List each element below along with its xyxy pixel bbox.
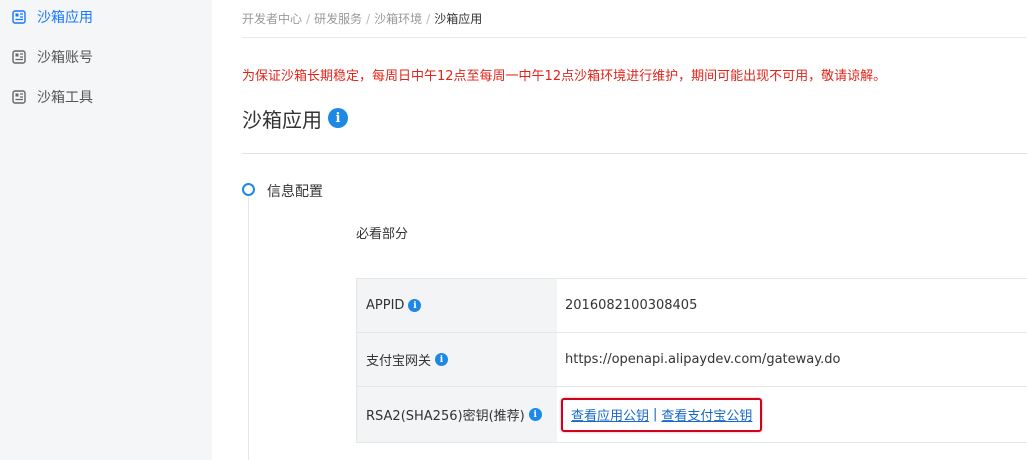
section-title: 必看部分 (356, 227, 409, 242)
step-connector-line (248, 197, 249, 460)
divider (242, 153, 1027, 154)
divider (242, 37, 1027, 38)
app-grid-icon (12, 50, 26, 64)
config-key: RSA2(SHA256)密钥(推荐) i (356, 387, 557, 442)
breadcrumb-link[interactable]: 沙箱环境 (374, 12, 422, 26)
maintenance-notice: 为保证沙箱长期稳定，每周日中午12点至每周一中午12点沙箱环境进行维护，期间可能… (242, 69, 887, 84)
step-circle-icon (242, 183, 255, 196)
info-circle-icon[interactable]: i (435, 353, 449, 366)
config-key: APPID i (356, 279, 557, 332)
app-grid-icon (12, 10, 26, 24)
breadcrumb-separator: / (426, 12, 431, 26)
gateway-value: https://openapi.alipaydev.com/gateway.do (565, 352, 841, 367)
sidebar: 沙箱应用 沙箱账号 沙箱工具 (0, 0, 212, 460)
sidebar-item-sandbox-app[interactable]: 沙箱应用 (12, 6, 93, 28)
sidebar-item-label: 沙箱应用 (37, 10, 93, 26)
breadcrumb-link[interactable]: 开发者中心 (242, 12, 302, 26)
info-circle-icon[interactable]: i (408, 299, 422, 312)
main-content: 开发者中心 / 研发服务 / 沙箱环境 / 沙箱应用 为保证沙箱长期稳定，每周日中午12点至… (242, 0, 1027, 460)
rsa-key-label: RSA2(SHA256)密钥(推荐) (366, 409, 525, 424)
appid-value: 2016082100308405 (565, 298, 698, 313)
rsa-key-value: 查看应用公钥 | 查看支付宝公钥 (557, 387, 1027, 442)
view-alipay-public-key-link[interactable]: 查看支付宝公钥 (661, 405, 752, 424)
sidebar-item-sandbox-account[interactable]: 沙箱账号 (12, 46, 93, 68)
breadcrumb-link[interactable]: 研发服务 (314, 12, 362, 26)
breadcrumb: 开发者中心 / 研发服务 / 沙箱环境 / 沙箱应用 (242, 10, 482, 27)
view-app-public-key-link[interactable]: 查看应用公钥 (571, 405, 649, 424)
link-separator: | (653, 407, 658, 422)
page-title-text: 沙箱应用 (242, 107, 322, 132)
sidebar-item-label: 沙箱账号 (37, 50, 93, 66)
key-links-highlight: 查看应用公钥 | 查看支付宝公钥 (561, 397, 763, 432)
table-row: 支付宝网关 i https://openapi.alipaydev.com/ga… (356, 333, 1027, 387)
info-circle-icon[interactable]: i (528, 408, 542, 421)
config-table: APPID i 2016082100308405 支付宝网关 i https:/… (356, 278, 1027, 443)
breadcrumb-separator: / (366, 12, 371, 26)
page-title: 沙箱应用 i (242, 104, 348, 132)
sidebar-item-label: 沙箱工具 (37, 90, 93, 106)
app-grid-icon (12, 90, 26, 104)
table-row: RSA2(SHA256)密钥(推荐) i 查看应用公钥 | 查看支付宝公钥 (356, 387, 1027, 443)
step-label: 信息配置 (267, 184, 323, 200)
table-row: APPID i 2016082100308405 (356, 279, 1027, 333)
breadcrumb-separator: / (306, 12, 311, 26)
gateway-label: 支付宝网关 (366, 354, 432, 369)
info-circle-icon[interactable]: i (328, 108, 348, 128)
config-key: 支付宝网关 i (356, 333, 557, 386)
appid-label: APPID (366, 298, 405, 313)
sidebar-item-sandbox-tools[interactable]: 沙箱工具 (12, 86, 93, 108)
breadcrumb-current: 沙箱应用 (434, 12, 483, 26)
